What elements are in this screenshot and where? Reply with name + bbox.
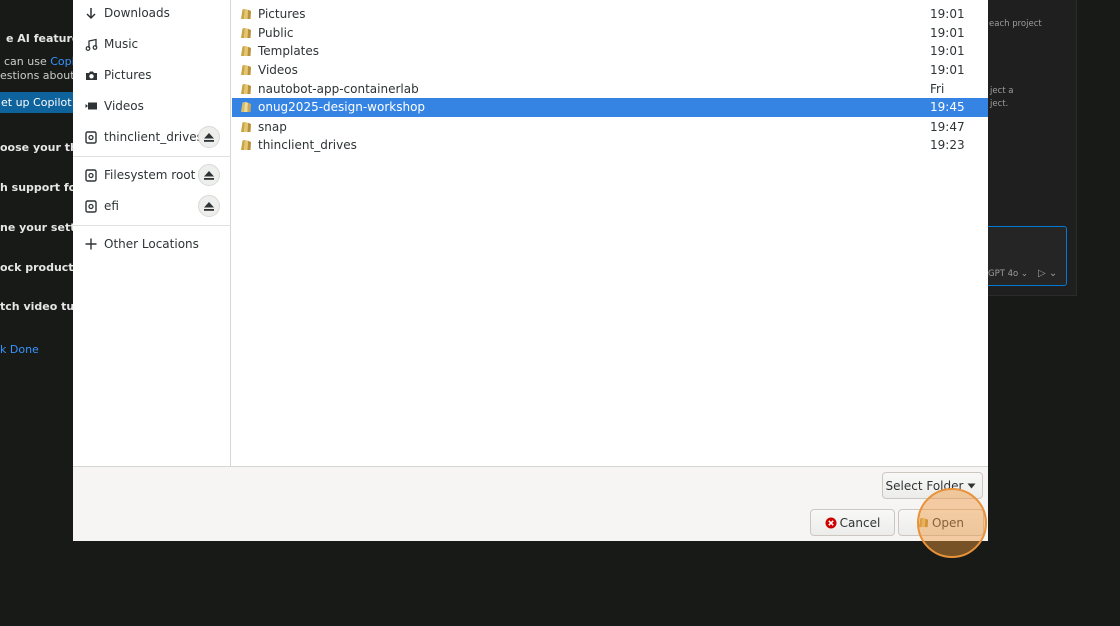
file-name: Templates	[258, 44, 320, 59]
sidebar-item-label: Other Locations	[104, 237, 199, 251]
drive-icon	[84, 168, 98, 182]
sidebar-item-label: thinclient_drives	[104, 130, 203, 144]
drive-icon	[84, 130, 98, 144]
sidebar-separator	[73, 156, 231, 157]
sidebar-item-downloads[interactable]: Downloads	[73, 0, 231, 28]
plus-icon	[84, 237, 98, 251]
file-modified: 19:01	[930, 44, 965, 59]
file-row-videos[interactable]: Videos 19:01	[232, 61, 988, 80]
bg-can-use-text: can use Copi	[4, 55, 75, 68]
file-row-templates[interactable]: Templates 19:01	[232, 42, 988, 61]
file-name: Public	[258, 25, 294, 40]
sidebar-item-label: Filesystem root	[104, 168, 196, 182]
file-name: Videos	[258, 63, 298, 78]
bg-watch-video: tch video tu	[0, 300, 75, 313]
cancel-icon	[825, 517, 837, 528]
eject-icon	[204, 201, 214, 211]
folder-icon	[241, 46, 251, 57]
caret-down-icon	[967, 483, 976, 488]
open-button[interactable]: Open	[898, 509, 984, 536]
folder-icon	[918, 517, 929, 528]
camera-icon	[84, 68, 98, 82]
drive-icon	[84, 199, 98, 213]
file-chooser-dialog: Downloads Music Pictures Videos thinclie…	[73, 0, 988, 541]
sidebar-item-music[interactable]: Music	[73, 29, 231, 59]
file-row-thinclient-drives[interactable]: thinclient_drives 19:23	[232, 136, 988, 155]
eject-button[interactable]	[198, 195, 220, 217]
bg-chat-input: GPT 4o ⌄ ▷ ⌄	[988, 226, 1067, 286]
file-name: onug2025-design-workshop	[258, 100, 426, 115]
file-modified: 19:01	[930, 25, 965, 40]
sidebar-item-label: efi	[104, 199, 119, 213]
bg-choose-theme: oose your th	[0, 141, 78, 154]
bg-model-picker: GPT 4o ⌄	[988, 269, 1029, 279]
dialog-footer: Select Folder Cancel Open	[73, 466, 988, 541]
folder-icon	[241, 83, 251, 94]
file-modified: Fri	[930, 81, 945, 96]
background-chat-panel: each project ject a ject. GPT 4o ⌄ ▷ ⌄	[988, 0, 1077, 296]
sidebar-item-label: Downloads	[104, 6, 170, 20]
folder-icon	[241, 121, 251, 132]
bg-project-a: ject a	[990, 86, 1014, 96]
bg-ject: ject.	[990, 99, 1009, 109]
folder-icon	[241, 9, 251, 20]
bg-each-project: each project	[989, 19, 1042, 29]
file-row-nautobot-app-containerlab[interactable]: nautobot-app-containerlab Fri	[232, 79, 988, 98]
file-row-snap[interactable]: snap 19:47	[232, 118, 988, 137]
sidebar-item-label: Music	[104, 37, 139, 51]
places-sidebar: Downloads Music Pictures Videos thinclie…	[73, 0, 231, 466]
file-row-pictures[interactable]: Pictures 19:01	[232, 5, 988, 24]
file-row-onug2025-design-workshop[interactable]: onug2025-design-workshop 19:45	[232, 98, 988, 117]
sidebar-item-pictures[interactable]: Pictures	[73, 60, 231, 90]
file-modified: 19:23	[930, 138, 965, 153]
bg-tune-settings: ne your setti	[0, 221, 80, 234]
file-name: thinclient_drives	[258, 138, 357, 153]
file-modified: 19:45	[930, 100, 965, 115]
folder-icon	[241, 102, 251, 113]
sidebar-item-thinclient-drives[interactable]: thinclient_drives	[73, 122, 231, 152]
sidebar-item-efi[interactable]: efi	[73, 191, 231, 221]
folder-icon	[241, 27, 251, 38]
folder-icon	[241, 140, 251, 151]
file-modified: 19:47	[930, 119, 965, 134]
eject-icon	[204, 132, 214, 142]
sidebar-item-label: Pictures	[104, 68, 152, 82]
file-modified: 19:01	[930, 63, 965, 78]
bg-unlock-productivity: ock product	[0, 261, 74, 274]
eject-button[interactable]	[198, 164, 220, 186]
bg-mark-done-link: k Done	[0, 343, 39, 356]
sidebar-item-label: Videos	[104, 99, 144, 113]
sidebar-item-filesystem-root[interactable]: Filesystem root	[73, 160, 231, 190]
send-icon: ▷ ⌄	[1038, 268, 1058, 279]
select-folder-filter-button[interactable]: Select Folder	[882, 472, 983, 499]
sidebar-item-videos[interactable]: Videos	[73, 91, 231, 121]
music-icon	[84, 37, 98, 51]
download-icon	[84, 6, 98, 20]
eject-icon	[204, 170, 214, 180]
file-list: Pictures 19:01 Public 19:01 Templates 19…	[232, 0, 988, 466]
cancel-button[interactable]: Cancel	[810, 509, 895, 536]
background-welcome-panel: e AI features can use Copi estions about…	[0, 0, 86, 360]
sidebar-item-other-locations[interactable]: Other Locations	[73, 229, 231, 259]
file-name: snap	[258, 119, 287, 134]
file-name: Pictures	[258, 7, 306, 22]
bg-questions-text: estions about	[0, 69, 75, 82]
eject-button[interactable]	[198, 126, 220, 148]
bg-copilot-link: Copi	[50, 55, 75, 68]
bg-rich-support: h support fo	[0, 181, 77, 194]
video-icon	[84, 99, 98, 113]
bg-setup-copilot-button: et up Copilot	[0, 92, 73, 113]
sidebar-separator	[73, 225, 231, 226]
file-name: nautobot-app-containerlab	[258, 81, 419, 96]
file-modified: 19:01	[930, 7, 965, 22]
file-row-public[interactable]: Public 19:01	[232, 24, 988, 43]
folder-icon	[241, 65, 251, 76]
